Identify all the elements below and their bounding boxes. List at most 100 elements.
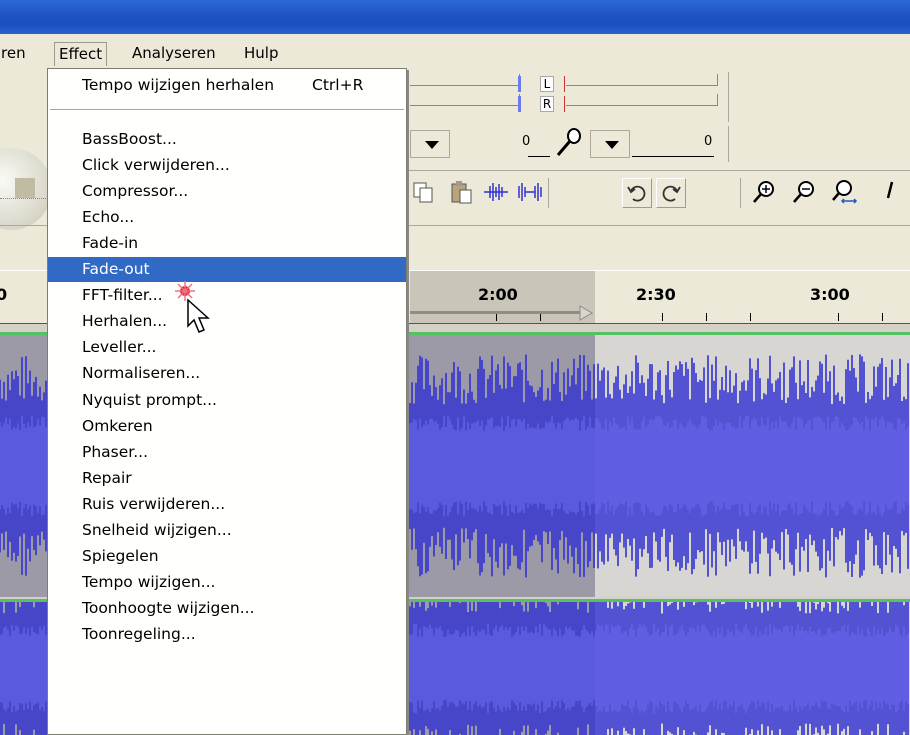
menu-item-label: Fade-out — [82, 260, 150, 279]
silence-button[interactable] — [516, 178, 546, 208]
copy-icon — [413, 182, 433, 203]
menu-item-label: Compressor... — [82, 182, 189, 201]
effect-menu: Tempo wijzigen herhalen Ctrl+R BassBoost… — [47, 68, 407, 735]
menu-item-label: FFT-filter... — [82, 286, 163, 305]
menu-item[interactable]: Spiegelen — [48, 544, 406, 569]
trim-button[interactable] — [482, 178, 512, 208]
play-region-bar — [410, 311, 582, 314]
ruler-label: 0 — [0, 285, 8, 304]
menu-item-label: BassBoost... — [82, 130, 177, 148]
menu-item-label: Click verwijderen... — [82, 156, 230, 175]
menu-item[interactable]: Repair — [48, 466, 406, 491]
menubar: ren Effect Analyseren Hulp — [0, 34, 910, 70]
menu-item[interactable]: Tempo wijzigen... — [48, 570, 406, 595]
level-indicator — [518, 76, 521, 92]
menu-item[interactable]: Echo... — [48, 205, 406, 230]
menu-item-label: Ruis verwijderen... — [82, 494, 226, 513]
peak-indicator — [564, 96, 565, 112]
channel-label-l: L — [540, 76, 554, 92]
mouse-cursor-icon — [187, 298, 210, 333]
record-meter-left — [566, 74, 718, 86]
menu-item-label: Toonhoogte wijzigen... — [82, 598, 255, 617]
menu-item-label: Omkeren — [82, 416, 153, 435]
divider — [407, 225, 910, 226]
zoom-in-button[interactable] — [750, 178, 780, 208]
menu-item[interactable]: Snelheid wijzigen... — [48, 518, 406, 543]
ruler-tick — [706, 313, 707, 321]
menu-item[interactable]: Toonregeling... — [48, 622, 406, 647]
menu-item[interactable]: Fade-out — [48, 257, 406, 283]
menu-hulp[interactable]: Hulp — [240, 42, 282, 66]
menu-item[interactable]: Compressor... — [48, 179, 406, 204]
menu-item-label: Spiegelen — [82, 546, 159, 565]
ruler-tick — [540, 313, 541, 321]
zoom-in-icon — [753, 181, 774, 203]
menu-item[interactable]: Omkeren — [48, 414, 406, 439]
ruler-label: 3:00 — [810, 285, 850, 304]
separator — [548, 178, 549, 208]
menu-item[interactable]: FFT-filter... — [48, 283, 406, 308]
menu-item-label: Snelheid wijzigen... — [82, 520, 232, 539]
menu-item[interactable]: Ruis verwijderen... — [48, 492, 406, 517]
ruler-label: 2:30 — [636, 285, 676, 304]
menu-item-label: Tempo wijzigen herhalen — [82, 76, 275, 94]
menu-analyseren[interactable]: Analyseren — [128, 42, 220, 66]
menu-item[interactable]: Fade-in — [48, 231, 406, 256]
paste-button[interactable] — [448, 178, 478, 208]
undo-button[interactable] — [622, 178, 652, 208]
menu-divider — [50, 109, 404, 111]
menu-item-shortcut: Ctrl+R — [312, 76, 364, 94]
menu-item-label: Toonregeling... — [82, 624, 196, 643]
playback-meter-right — [410, 94, 520, 106]
menu-item[interactable]: Herhalen... — [48, 309, 406, 334]
redo-button[interactable] — [656, 178, 686, 208]
fit-project-icon — [886, 181, 894, 199]
playback-meter-left — [410, 74, 520, 86]
divider — [0, 198, 52, 199]
menu-item[interactable]: Phaser... — [48, 440, 406, 465]
menu-item[interactable]: Nyquist prompt... — [48, 388, 406, 413]
meter-zero-label: 0 — [522, 134, 531, 149]
menu-item-label: Echo... — [82, 208, 135, 227]
menu-item[interactable]: BassBoost... — [48, 127, 406, 152]
zoom-out-button[interactable] — [790, 178, 820, 208]
playback-dropdown[interactable] — [410, 130, 450, 158]
menu-item-repeat-tempo[interactable]: Tempo wijzigen herhalen Ctrl+R — [48, 73, 406, 98]
menu-item-partial[interactable]: ren — [0, 42, 30, 66]
copy-button[interactable] — [410, 178, 440, 208]
silence-icon — [518, 183, 542, 201]
menu-item-label: Leveller... — [82, 338, 157, 357]
peak-indicator — [564, 76, 565, 92]
separator — [740, 178, 741, 208]
menu-effect[interactable]: Effect — [54, 42, 108, 66]
menu-item-label: Phaser... — [82, 442, 149, 461]
window-titlebar — [0, 0, 910, 34]
meter-zero-label: 0 — [704, 134, 713, 149]
separator — [728, 126, 729, 162]
fit-project-button[interactable] — [870, 178, 910, 208]
chevron-down-icon — [425, 141, 439, 149]
menu-item[interactable]: Leveller... — [48, 335, 406, 360]
menu-item-label: Fade-in — [82, 234, 139, 253]
ruler-tick — [838, 313, 839, 321]
menu-item-label: Repair — [82, 468, 132, 487]
divider — [0, 225, 52, 226]
ruler-tick — [662, 313, 663, 321]
ruler-label: 2:00 — [478, 285, 518, 304]
play-region-arrow-icon — [579, 305, 593, 321]
fit-icon — [832, 180, 858, 204]
ruler-tick — [750, 313, 751, 321]
menu-item[interactable]: Click verwijderen... — [48, 153, 406, 178]
meter-scale-line — [528, 156, 550, 157]
separator — [728, 72, 729, 122]
record-dropdown[interactable] — [590, 130, 630, 158]
menu-item[interactable]: Toonhoogte wijzigen... — [48, 596, 406, 621]
menu-item[interactable]: Normaliseren... — [48, 361, 406, 386]
paste-icon — [451, 181, 472, 204]
fit-selection-button[interactable] — [830, 178, 860, 208]
chevron-down-icon — [605, 141, 619, 149]
meter-scale-line — [632, 156, 714, 157]
stop-button[interactable] — [15, 178, 35, 198]
microphone-icon[interactable] — [553, 128, 583, 158]
menu-item-label: Tempo wijzigen... — [82, 572, 216, 591]
